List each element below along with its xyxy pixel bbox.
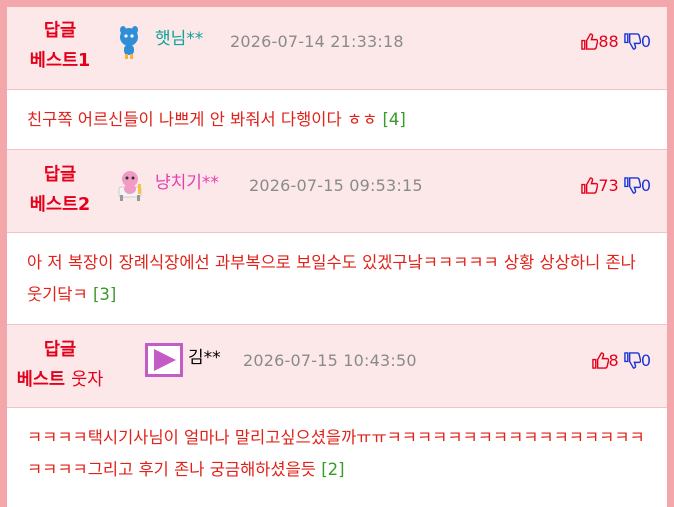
reply-nickname[interactable]: 햇님** <box>155 28 203 50</box>
best-badge: 답글 베스트2 <box>7 160 113 220</box>
purple-play-avatar-icon[interactable] <box>145 343 183 381</box>
pink-cartoon-avatar-icon[interactable] <box>113 167 149 207</box>
upvote-button[interactable]: 8 <box>591 351 624 370</box>
badge-rank: 베스트2 <box>29 195 91 215</box>
upvote-button[interactable]: 73 <box>581 176 623 195</box>
reply-body: 아 저 복장이 장례식장에선 과부복으로 보일수도 있겠구낰ㅋㅋㅋㅋㅋ 상황 상… <box>7 233 667 325</box>
reply-date: 2026-07-14 21:33:18 <box>230 32 404 51</box>
thumbs-down-icon <box>624 33 642 50</box>
badge-label: 답글 <box>43 165 77 185</box>
badge-rank: 베스트1 <box>29 51 91 71</box>
reply-date: 2026-07-15 10:43:50 <box>243 351 417 370</box>
reply-header: 답글 베스트 웃자 김** 2026-07-15 10:43:50 8 0 <box>7 325 667 408</box>
downvote-button[interactable]: 0 <box>624 176 651 195</box>
reply-date: 2026-07-15 09:53:15 <box>249 176 423 195</box>
reply-text: 친구쪽 어르신들이 나쁘게 안 봐줘서 다행이다 ㅎㅎ <box>27 110 378 129</box>
vote-group: 73 0 <box>581 175 651 197</box>
best-replies-panel: 답글 베스트1 햇님** 2026-07-14 21:33:18 88 0 친구… <box>0 0 674 507</box>
upvote-count: 8 <box>608 351 619 370</box>
reply-nickname[interactable]: 김** <box>188 347 221 369</box>
downvote-button[interactable]: 0 <box>624 32 651 51</box>
downvote-button[interactable]: 0 <box>624 351 651 370</box>
best-reply-3: 답글 베스트 웃자 김** 2026-07-15 10:43:50 8 0 ㅋㅋ… <box>7 325 667 500</box>
thumbs-up-icon <box>591 352 609 369</box>
upvote-count: 73 <box>598 176 619 195</box>
reply-body: ㅋㅋㅋㅋ택시기사님이 얼마나 말리고싶으셨을까ㅠㅠㅋㅋㅋㅋㅋㅋㅋㅋㅋㅋㅋㅋㅋㅋㅋ… <box>7 408 667 500</box>
thumbs-up-icon <box>581 177 599 194</box>
best-reply-2: 답글 베스트2 냥치기** 2026-07-15 09:53:15 73 0 아… <box>7 150 667 325</box>
reply-header: 답글 베스트1 햇님** 2026-07-14 21:33:18 88 0 <box>7 7 667 90</box>
best-badge: 답글 베스트 웃자 <box>7 335 113 395</box>
vote-group: 88 0 <box>581 31 651 53</box>
blue-cartoon-avatar-icon[interactable] <box>116 25 142 63</box>
upvote-count: 88 <box>598 32 619 51</box>
reply-header: 답글 베스트2 냥치기** 2026-07-15 09:53:15 73 0 <box>7 150 667 233</box>
thumbs-down-icon <box>624 177 642 194</box>
best-badge: 답글 베스트1 <box>7 16 113 76</box>
reply-body: 친구쪽 어르신들이 나쁘게 안 봐줘서 다행이다 ㅎㅎ [4] <box>7 90 667 150</box>
vote-group: 8 0 <box>591 350 651 372</box>
reply-count-link[interactable]: [4] <box>383 110 406 129</box>
badge-rank: 베스트 <box>16 370 65 390</box>
downvote-count: 0 <box>640 176 651 195</box>
badge-category: 웃자 <box>71 370 104 390</box>
badge-label: 답글 <box>43 21 77 41</box>
reply-text: 아 저 복장이 장례식장에선 과부복으로 보일수도 있겠구낰ㅋㅋㅋㅋㅋ 상황 상… <box>27 253 636 304</box>
downvote-count: 0 <box>640 351 651 370</box>
upvote-button[interactable]: 88 <box>581 32 623 51</box>
badge-label: 답글 <box>43 340 77 360</box>
best-reply-1: 답글 베스트1 햇님** 2026-07-14 21:33:18 88 0 친구… <box>7 7 667 150</box>
reply-count-link[interactable]: [2] <box>321 460 344 479</box>
reply-count-link[interactable]: [3] <box>93 285 116 304</box>
downvote-count: 0 <box>640 32 651 51</box>
reply-nickname[interactable]: 냥치기** <box>155 172 219 194</box>
thumbs-down-icon <box>624 352 642 369</box>
thumbs-up-icon <box>581 33 599 50</box>
